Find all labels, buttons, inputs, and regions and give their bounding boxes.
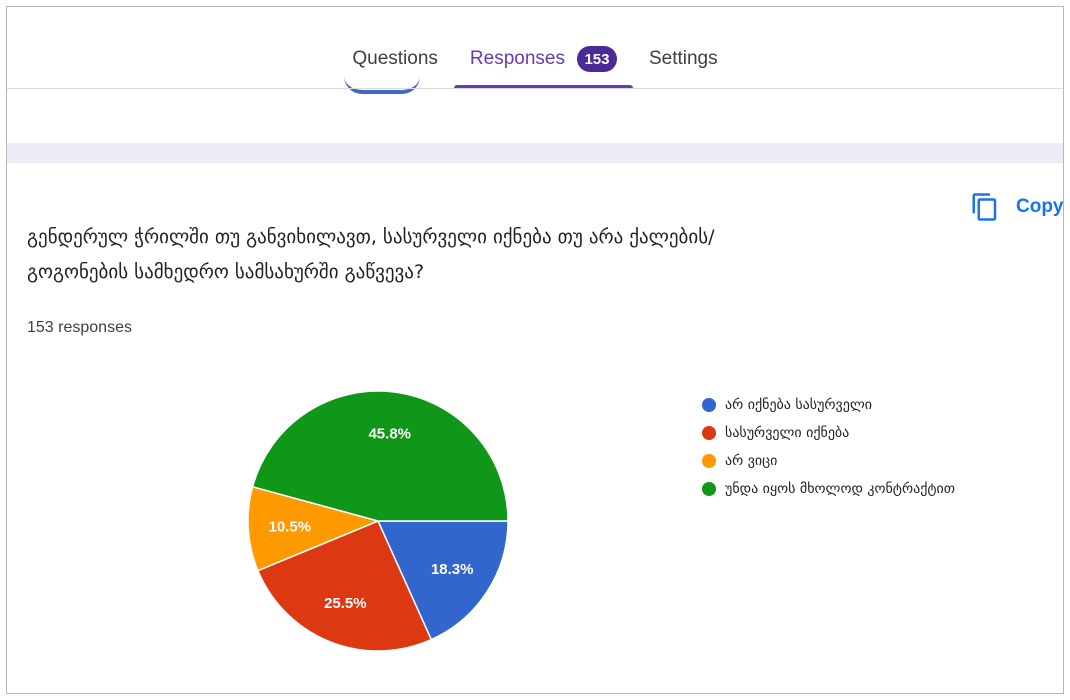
pie-slice-label-2: 10.5% (269, 519, 312, 536)
legend-item-0[interactable]: არ იქნება სასურველი (702, 391, 955, 419)
legend-item-1[interactable]: სასურველი იქნება (702, 419, 955, 447)
legend-item-3[interactable]: უნდა იყოს მხოლოდ კონტრაქტით (702, 475, 955, 503)
legend-swatch-3 (702, 482, 716, 496)
chart-legend: არ იქნება სასურველი სასურველი იქნება არ ვი… (702, 391, 955, 503)
pie-slice-label-0: 18.3% (431, 561, 474, 578)
legend-label-3: უნდა იყოს მხოლოდ კონტრაქტით (725, 481, 956, 497)
legend-swatch-0 (702, 398, 716, 412)
pie-chart: 18.3% 25.5% 10.5% 45.8% (247, 390, 509, 652)
legend-label-1: სასურველი იქნება (725, 425, 850, 441)
pie-slice-label-1: 25.5% (324, 595, 367, 612)
legend-swatch-1 (702, 426, 716, 440)
legend-swatch-2 (702, 454, 716, 468)
legend-item-2[interactable]: არ ვიცი (702, 447, 955, 475)
pie-slice-label-3: 45.8% (368, 425, 411, 442)
legend-label-2: არ ვიცი (725, 453, 778, 469)
legend-label-0: არ იქნება სასურველი (725, 397, 872, 413)
